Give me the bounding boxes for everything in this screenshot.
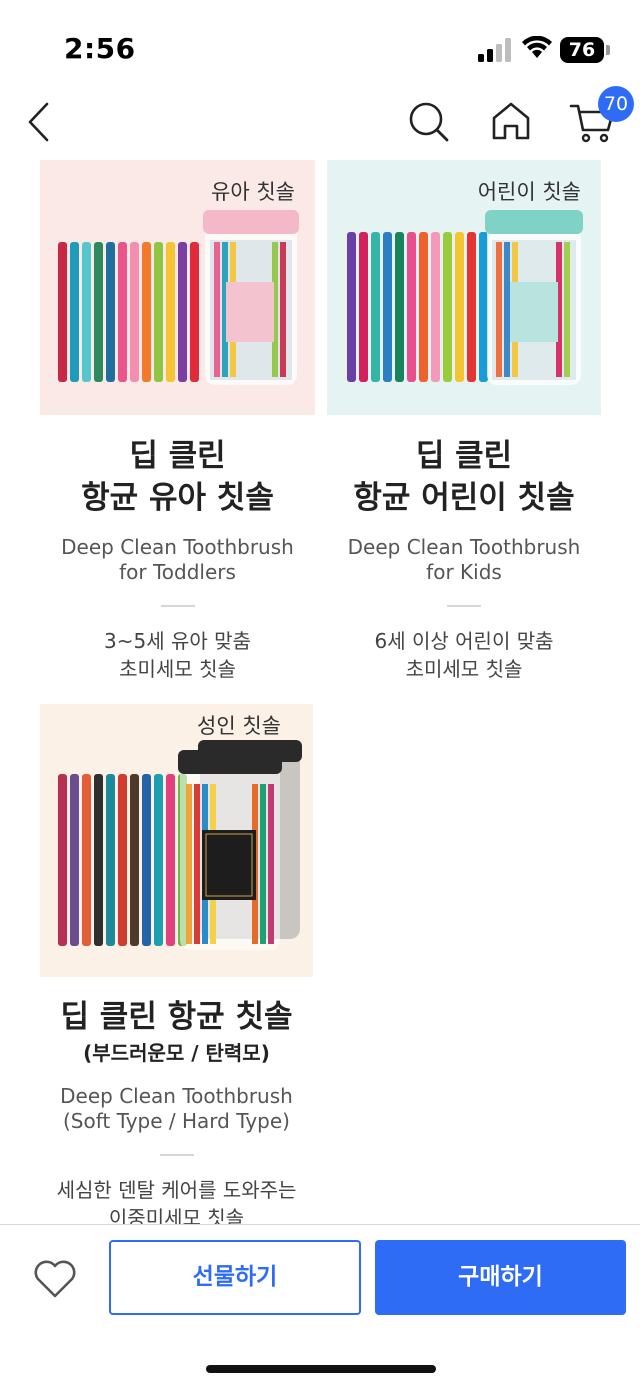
wifi-icon xyxy=(522,36,552,58)
product-english-name: (Soft Type / Hard Type) xyxy=(63,1109,290,1133)
product-description: 초미세모 칫솔 xyxy=(119,657,236,681)
product-english-name: for Toddlers xyxy=(119,560,236,584)
product-description: 6세 이상 어린이 맞춤 xyxy=(374,629,554,653)
product-english-name: Deep Clean Toothbrush xyxy=(61,535,294,559)
cellular-signal-icon xyxy=(478,38,511,62)
search-icon[interactable] xyxy=(405,98,451,144)
product-image[interactable]: 유아 칫솔 xyxy=(40,160,315,415)
status-time: 2:56 xyxy=(64,32,136,65)
toothbrush-set-illustration xyxy=(58,740,302,950)
product-title: 딥 클린 항균 칫솔 xyxy=(60,999,293,1035)
top-nav xyxy=(0,90,640,160)
product-english-name: Deep Clean Toothbrush xyxy=(60,1084,293,1108)
product-image[interactable]: 성인 칫솔 xyxy=(40,704,313,977)
product-description: 세심한 덴탈 케어를 도와주는 xyxy=(56,1178,297,1202)
battery-icon: 76 xyxy=(560,37,610,63)
heart-icon[interactable] xyxy=(32,1259,78,1299)
status-bar: 2:56 76 xyxy=(0,0,640,90)
chevron-left-icon[interactable] xyxy=(20,100,60,144)
gift-button[interactable]: 선물하기 xyxy=(109,1240,361,1315)
image-category-tag: 유아 칫솔 xyxy=(211,180,295,204)
product-english-name: for Kids xyxy=(426,560,502,584)
image-category-tag: 성인 칫솔 xyxy=(197,714,281,738)
buy-button[interactable]: 구매하기 xyxy=(375,1240,626,1315)
product-image[interactable]: 어린이 칫솔 xyxy=(327,160,601,415)
battery-level: 76 xyxy=(568,39,596,61)
home-indicator[interactable] xyxy=(206,1365,436,1373)
bottom-action-bar: 선물하기 구매하기 xyxy=(0,1224,640,1386)
image-category-tag: 어린이 칫솔 xyxy=(477,180,581,204)
product-english-name: Deep Clean Toothbrush xyxy=(347,535,581,559)
product-title: 딥 클린 xyxy=(415,438,513,474)
product-title: 딥 클린 xyxy=(129,438,226,474)
product-title: 항균 어린이 칫솔 xyxy=(353,480,575,516)
product-description: 3~5세 유아 맞춤 xyxy=(104,629,251,653)
product-subtitle: (부드러운모 / 탄력모) xyxy=(83,1041,270,1065)
product-title: 항균 유아 칫솔 xyxy=(81,480,274,516)
cart-count-badge: 70 xyxy=(598,86,634,122)
product-description: 초미세모 칫솔 xyxy=(405,657,523,681)
home-icon[interactable] xyxy=(488,98,534,144)
